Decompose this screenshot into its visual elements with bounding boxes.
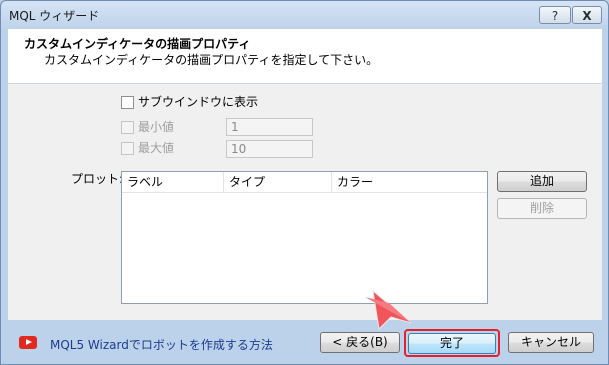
close-button[interactable]: X [572, 6, 602, 24]
window-title: MQL ウィザード [9, 9, 100, 23]
youtube-icon[interactable] [19, 336, 37, 349]
help-button[interactable]: ? [539, 6, 571, 24]
wizard-window: MQL ウィザード ? X カスタムインディケータの描画プロパティ カスタムイン… [0, 0, 609, 365]
pointer-arrow-icon [365, 289, 412, 331]
subwindow-checkbox[interactable] [121, 96, 134, 109]
footer: MQL5 Wizardでロボットを作成する方法 < 戻る(B) 完了 キャンセル [8, 320, 602, 364]
column-header-label[interactable]: ラベル [122, 172, 224, 192]
plots-list-header: ラベル タイプ カラー [122, 172, 487, 193]
plots-label: プロット: [71, 172, 124, 186]
page-title: カスタムインディケータの描画プロパティ [24, 37, 251, 51]
minimum-label: 最小値 [138, 120, 175, 134]
column-header-type[interactable]: タイプ [224, 172, 332, 192]
maximum-checkbox[interactable] [121, 142, 134, 155]
cancel-button[interactable]: キャンセル [508, 332, 594, 353]
add-button[interactable]: 追加 [497, 171, 587, 192]
minimum-input[interactable]: 1 [226, 118, 313, 136]
maximum-label: 最大値 [138, 141, 175, 155]
title-bar[interactable]: MQL ウィザード ? X [1, 1, 608, 29]
page-subtitle: カスタムインディケータの描画プロパティを指定して下さい。 [44, 53, 379, 67]
minimum-checkbox[interactable] [121, 121, 134, 134]
delete-button[interactable]: 削除 [497, 198, 587, 219]
column-header-color[interactable]: カラー [332, 172, 487, 192]
plots-list[interactable]: ラベル タイプ カラー [121, 171, 488, 304]
maximum-input[interactable]: 10 [226, 140, 313, 158]
properties-panel: サブウインドウに表示 最小値 1 最大値 10 プロット: ラベル タイプ カラ… [8, 84, 602, 320]
help-video-link[interactable]: MQL5 Wizardでロボットを作成する方法 [50, 336, 273, 353]
page-header: カスタムインディケータの描画プロパティ カスタムインディケータの描画プロパティを… [8, 29, 602, 84]
subwindow-label[interactable]: サブウインドウに表示 [138, 95, 258, 109]
